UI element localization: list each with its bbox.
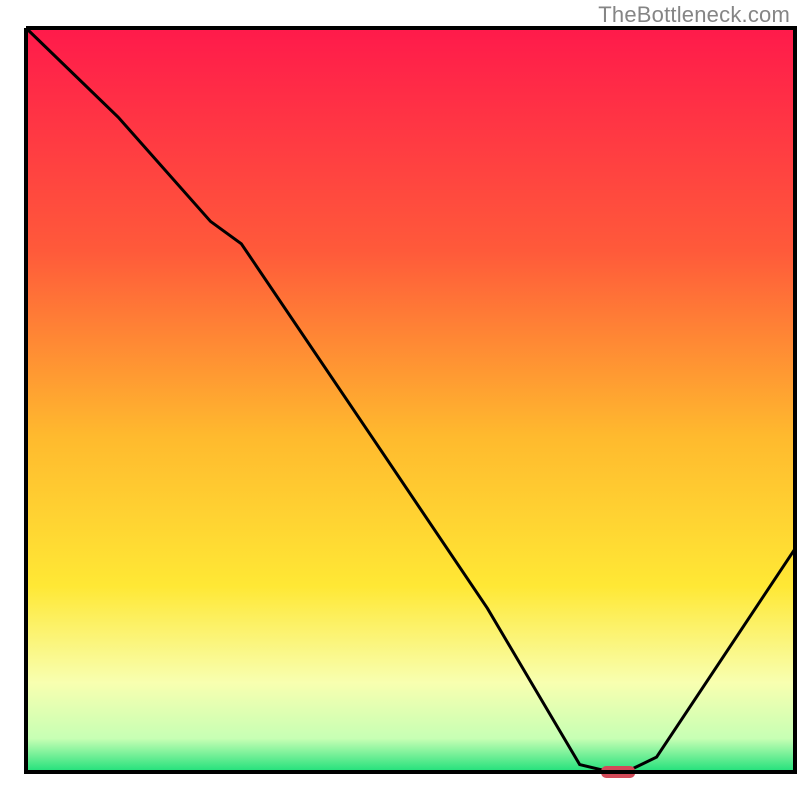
watermark-text: TheBottleneck.com	[598, 2, 790, 28]
bottleneck-chart	[0, 0, 800, 800]
chart-container: TheBottleneck.com	[0, 0, 800, 800]
plot-background	[26, 28, 795, 772]
